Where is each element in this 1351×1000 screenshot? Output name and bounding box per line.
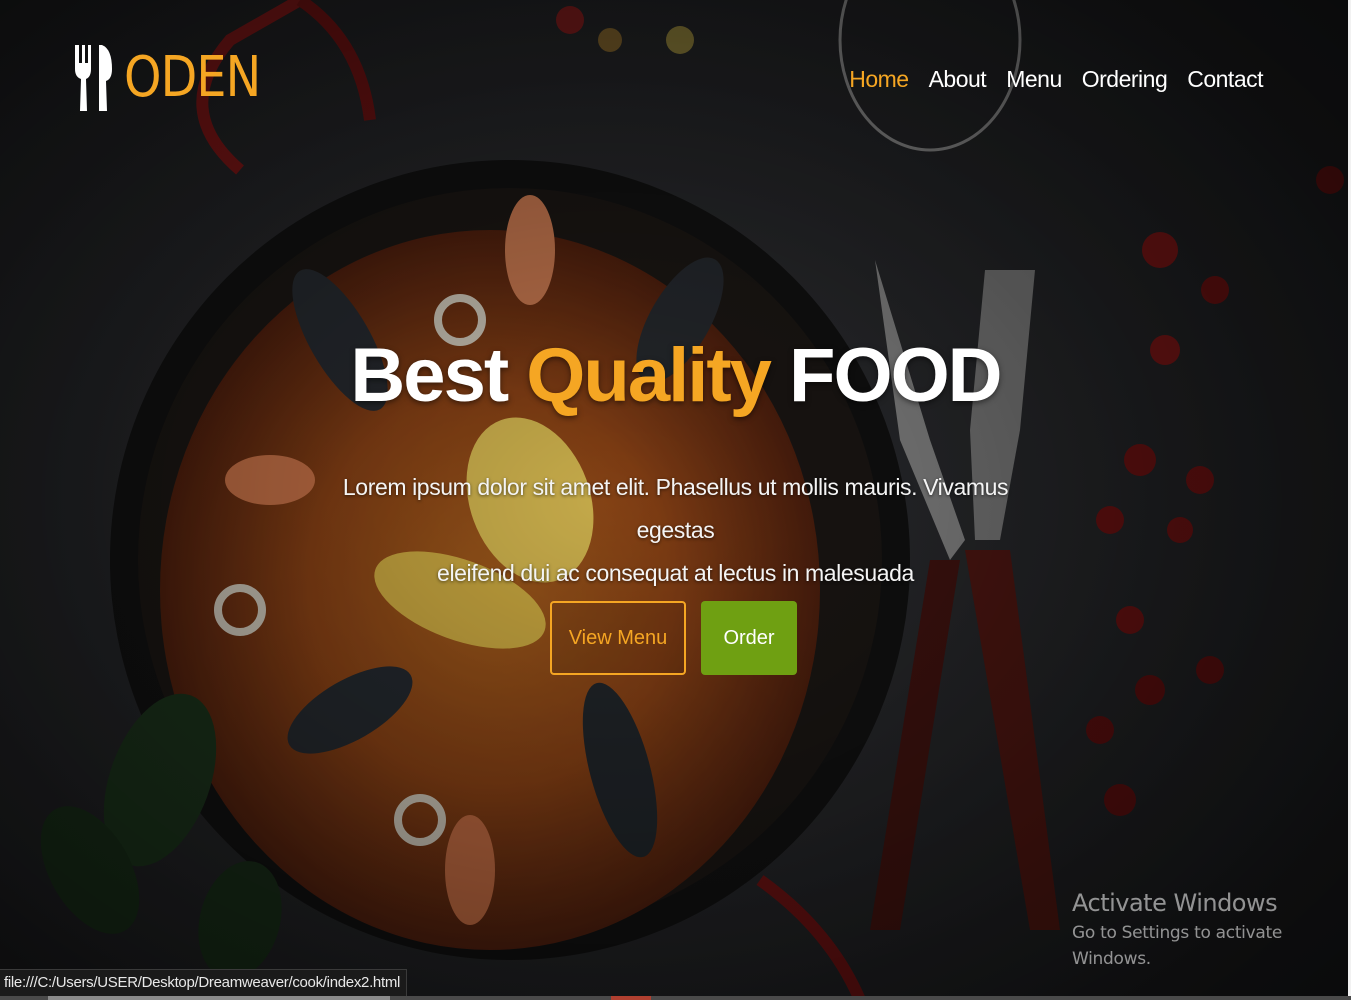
scrollbar-thumb[interactable] (48, 996, 390, 1000)
order-button[interactable]: Order (701, 601, 797, 675)
nav-item-home[interactable]: Home (849, 62, 909, 96)
windows-activation-watermark: Activate Windows Go to Settings to activ… (1072, 886, 1351, 972)
nav-item-about[interactable]: About (929, 62, 987, 96)
watermark-subtitle: Go to Settings to activate Windows. (1072, 923, 1283, 969)
main-nav: Home About Menu Ordering Contact (849, 62, 1263, 96)
headline-part-food: FOOD (789, 333, 1003, 418)
headline-part-quality: Quality (526, 333, 772, 418)
brand-name: ODEN (124, 45, 261, 110)
view-menu-button[interactable]: View Menu (550, 601, 686, 675)
scrollbar-marker (611, 996, 651, 1000)
nav-item-menu[interactable]: Menu (1006, 62, 1062, 96)
nav-item-contact[interactable]: Contact (1187, 62, 1263, 96)
fork-spoon-icon (75, 45, 112, 111)
headline-part-best: Best (350, 333, 509, 418)
lead-line-2: eleifend dui ac consequat at lectus in m… (437, 560, 914, 586)
hero-lead-text: Lorem ipsum dolor sit amet elit. Phasell… (320, 466, 1031, 595)
watermark-title: Activate Windows (1072, 889, 1278, 917)
brand-logo[interactable]: ODEN (72, 42, 284, 114)
horizontal-scrollbar[interactable] (0, 996, 1351, 1000)
hero-headline: Best Quality FOOD (0, 330, 1351, 422)
lead-line-1: Lorem ipsum dolor sit amet elit. Phasell… (342, 474, 1009, 543)
status-bar-url: file:///C:/Users/USER/Desktop/Dreamweave… (0, 969, 408, 996)
nav-item-ordering[interactable]: Ordering (1082, 62, 1168, 96)
